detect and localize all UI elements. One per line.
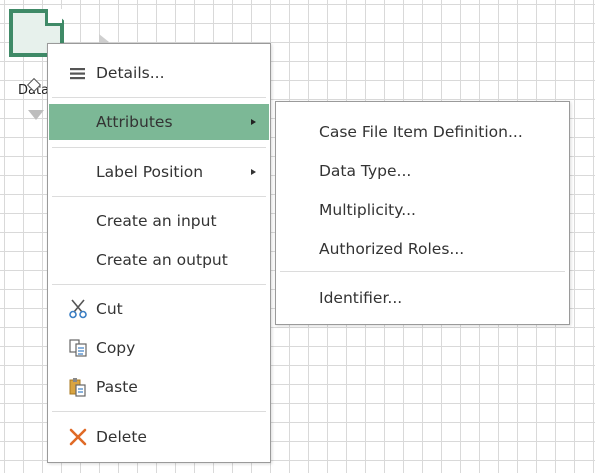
menu-item-create-output[interactable]: Create an output — [52, 242, 266, 278]
context-menu: Details... Attributes Label Position Cre… — [47, 43, 271, 463]
submenu-arrow-icon — [251, 169, 256, 175]
delete-x-icon — [69, 428, 87, 446]
attributes-submenu: Case File Item Definition... Data Type..… — [275, 101, 570, 325]
menu-item-copy[interactable]: Copy — [52, 330, 266, 366]
scissors-icon — [69, 299, 87, 319]
menu-separator — [52, 97, 266, 98]
menu-item-create-input[interactable]: Create an input — [52, 203, 266, 239]
menu-separator — [52, 284, 266, 285]
menu-item-label: Delete — [96, 428, 147, 446]
menu-item-cut[interactable]: Cut — [52, 291, 266, 327]
menu-item-attributes[interactable]: Attributes — [49, 104, 269, 140]
submenu-item-authorized-roles[interactable]: Authorized Roles... — [319, 237, 464, 261]
menu-separator — [52, 147, 266, 148]
menu-item-label: Cut — [96, 300, 123, 318]
connector-handle-down-icon[interactable] — [28, 110, 44, 120]
menu-item-label: Attributes — [96, 113, 173, 131]
list-icon — [70, 68, 85, 80]
submenu-item-multiplicity[interactable]: Multiplicity... — [319, 198, 416, 222]
menu-item-paste[interactable]: Paste — [52, 369, 266, 405]
menu-item-label: Details... — [96, 64, 165, 82]
paste-icon — [69, 378, 86, 397]
menu-separator — [280, 271, 565, 272]
menu-item-label: Paste — [96, 378, 138, 396]
menu-item-label: Create an output — [96, 251, 228, 269]
menu-separator — [52, 196, 266, 197]
submenu-item-data-type[interactable]: Data Type... — [319, 159, 411, 183]
submenu-item-identifier[interactable]: Identifier... — [319, 286, 402, 310]
submenu-arrow-icon — [251, 119, 256, 125]
menu-item-label: Copy — [96, 339, 136, 357]
menu-item-label: Label Position — [96, 163, 204, 181]
menu-item-details[interactable]: Details... — [52, 55, 266, 91]
menu-item-label: Create an input — [96, 212, 217, 230]
submenu-item-case-file-item-definition[interactable]: Case File Item Definition... — [319, 120, 523, 144]
copy-icon — [69, 339, 87, 357]
menu-item-label-position[interactable]: Label Position — [52, 154, 266, 190]
menu-separator — [52, 411, 266, 412]
menu-item-delete[interactable]: Delete — [52, 419, 266, 455]
data-object-fold — [45, 9, 62, 26]
